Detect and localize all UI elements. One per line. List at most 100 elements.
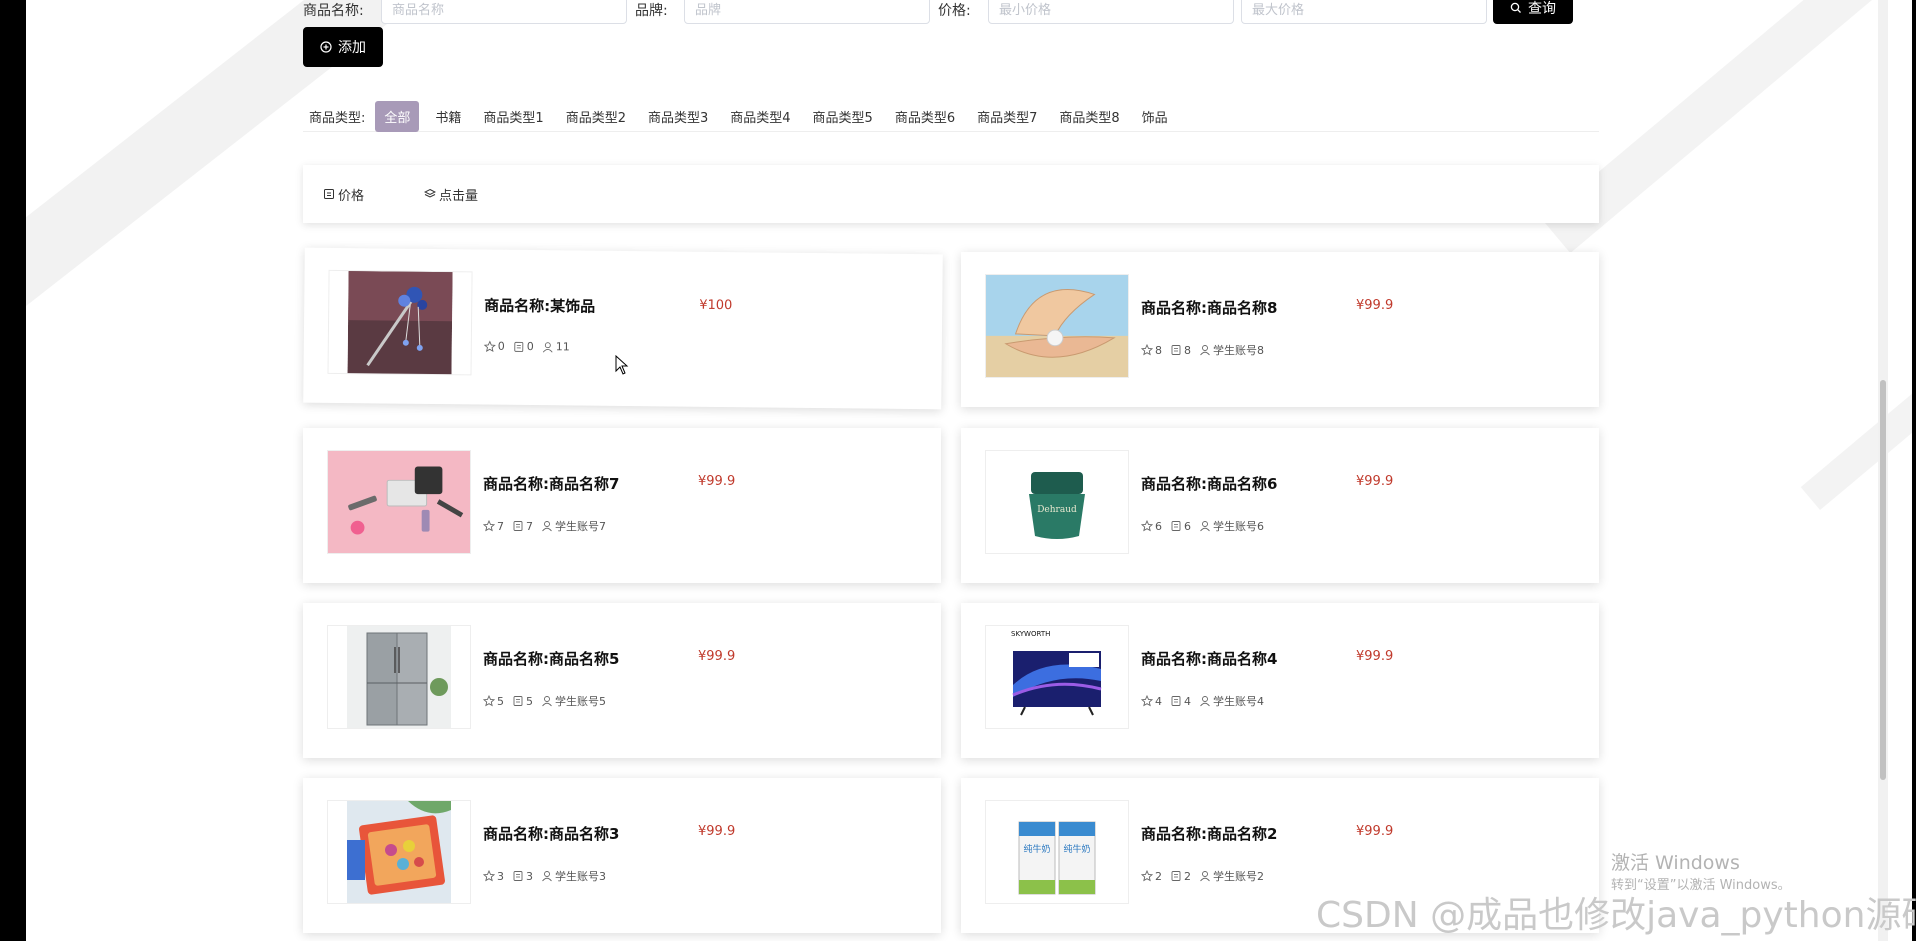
name-label: 商品名称: [303, 3, 364, 19]
product-name[interactable]: 商品名称:商品名称8 [1141, 297, 1277, 318]
star-icon [483, 695, 495, 707]
comment-count: 5 [526, 694, 533, 708]
max-price-input[interactable]: 最大价格 [1241, 0, 1487, 24]
product-owner: 学生账号4 [1213, 695, 1264, 708]
pearl-shell-image [986, 275, 1128, 377]
product-card[interactable]: Dehraud 商品名称:商品名称6 ¥99.9 6 6 学生账号6 [961, 428, 1599, 583]
product-name[interactable]: 商品名称:商品名称6 [1141, 473, 1277, 494]
sort-clicks-label: 点击量 [439, 188, 479, 204]
snack-box-image [347, 801, 451, 903]
product-name[interactable]: 商品名称:商品名称7 [483, 473, 619, 494]
right-edge [1912, 0, 1916, 941]
product-name[interactable]: 商品名称:商品名称5 [483, 648, 619, 669]
comment-count: 6 [1184, 519, 1191, 533]
layers-icon [424, 188, 437, 198]
plus-circle-icon [320, 41, 332, 53]
milk-label-text: 纯牛奶 [1063, 843, 1090, 855]
star-icon [1141, 695, 1153, 707]
tv-brand-text: SKYWORTH [1011, 630, 1050, 638]
search-bar: 商品名称: 商品名称 品牌: 品牌 价格: 最小价格 最大价格 查询 [303, 0, 1575, 26]
query-button[interactable]: 查询 [1493, 0, 1573, 24]
category-item-type6[interactable]: 商品类型6 [889, 103, 961, 130]
like-count: 7 [497, 519, 504, 533]
product-card[interactable]: SKYWORTH 商品名称:商品名称4 ¥99.9 4 4 学生账号4 [961, 603, 1599, 758]
windows-activation-title: 激活 Windows [1611, 852, 1740, 874]
user-icon [542, 341, 553, 353]
product-card[interactable]: 商品名称:商品名称3 ¥99.9 3 3 学生账号3 [303, 778, 941, 933]
product-name[interactable]: 商品名称:商品名称2 [1141, 823, 1277, 844]
product-name[interactable]: 商品名称:商品名称3 [483, 823, 619, 844]
sort-by-clicks[interactable]: 点击量 [424, 185, 478, 204]
comment-count: 2 [1184, 869, 1191, 883]
category-item-type7[interactable]: 商品类型7 [971, 103, 1043, 130]
category-item-type2[interactable]: 商品类型2 [560, 103, 632, 130]
category-item-accessories[interactable]: 饰品 [1136, 103, 1174, 130]
product-image: SKYWORTH [985, 625, 1129, 729]
comment-count: 8 [1184, 343, 1191, 357]
category-item-type4[interactable]: 商品类型4 [724, 103, 796, 130]
product-card[interactable]: 商品名称:商品名称7 ¥99.9 7 7 学生账号7 [303, 428, 941, 583]
star-icon [483, 870, 495, 882]
min-price-input[interactable]: 最小价格 [988, 0, 1234, 24]
sort-bar: 价格 点击量 [303, 165, 1599, 223]
product-meta: 6 6 学生账号6 [1141, 518, 1264, 534]
product-name[interactable]: 商品名称:商品名称4 [1141, 648, 1277, 669]
product-image: 纯牛奶 纯牛奶 [985, 800, 1129, 904]
product-price: ¥99.9 [1356, 298, 1394, 313]
left-edge [0, 0, 26, 941]
category-item-type8[interactable]: 商品类型8 [1053, 103, 1125, 130]
category-item-type3[interactable]: 商品类型3 [642, 103, 714, 130]
comment-icon [513, 696, 523, 706]
name-search-input[interactable]: 商品名称 [381, 0, 627, 24]
user-icon [542, 521, 552, 532]
sort-by-price[interactable]: 价格 [323, 185, 364, 204]
like-count: 0 [497, 339, 505, 353]
like-count: 4 [1155, 694, 1162, 708]
comment-icon [514, 341, 524, 352]
add-button[interactable]: 添加 [303, 27, 383, 67]
milk-label-text: 纯牛奶 [1023, 843, 1050, 855]
comment-count: 7 [526, 519, 533, 533]
product-price: ¥99.9 [1356, 474, 1394, 489]
user-icon [542, 696, 552, 707]
category-item-type5[interactable]: 商品类型5 [807, 103, 879, 130]
brand-search-input[interactable]: 品牌 [684, 0, 930, 24]
user-icon [542, 871, 552, 882]
comment-icon [1171, 871, 1181, 881]
search-icon [1510, 2, 1521, 13]
product-image [327, 269, 473, 376]
like-count: 6 [1155, 519, 1162, 533]
product-meta: 5 5 学生账号5 [483, 693, 606, 709]
star-icon [1141, 344, 1153, 356]
star-icon [483, 520, 495, 532]
comment-count: 4 [1184, 694, 1191, 708]
cream-brand-text: Dehraud [1037, 505, 1077, 515]
product-image [985, 274, 1129, 378]
query-button-label: 查询 [1528, 1, 1556, 17]
category-item-all[interactable]: 全部 [375, 100, 420, 132]
category-label: 商品类型: [309, 110, 366, 126]
comment-icon [513, 521, 523, 531]
csdn-watermark: CSDN @成品也修改java_python源码 [1316, 895, 1916, 936]
product-owner: 学生账号3 [555, 870, 606, 883]
user-icon [1200, 696, 1210, 707]
like-count: 3 [497, 869, 504, 883]
product-meta: 4 4 学生账号4 [1141, 693, 1264, 709]
category-item-type1[interactable]: 商品类型1 [477, 103, 549, 130]
product-owner: 学生账号6 [1213, 520, 1264, 533]
scrollbar-thumb[interactable] [1880, 380, 1886, 780]
star-icon [483, 340, 496, 352]
add-button-label: 添加 [338, 40, 366, 56]
product-card[interactable]: 商品名称:某饰品 ¥100 0 0 11 [303, 247, 943, 410]
like-count: 8 [1155, 343, 1162, 357]
product-card[interactable]: 商品名称:商品名称5 ¥99.9 5 5 学生账号5 [303, 603, 941, 758]
product-image [327, 450, 471, 554]
category-item-books[interactable]: 书籍 [429, 103, 467, 130]
hairpin-image [347, 270, 453, 376]
product-card[interactable]: 商品名称:商品名称8 ¥99.9 8 8 学生账号8 [961, 252, 1599, 407]
product-meta: 7 7 学生账号7 [483, 518, 606, 534]
product-meta: 8 8 学生账号8 [1141, 342, 1264, 358]
product-owner: 学生账号8 [1213, 344, 1264, 357]
price-label: 价格: [938, 3, 971, 19]
product-name[interactable]: 商品名称:某饰品 [484, 295, 595, 317]
